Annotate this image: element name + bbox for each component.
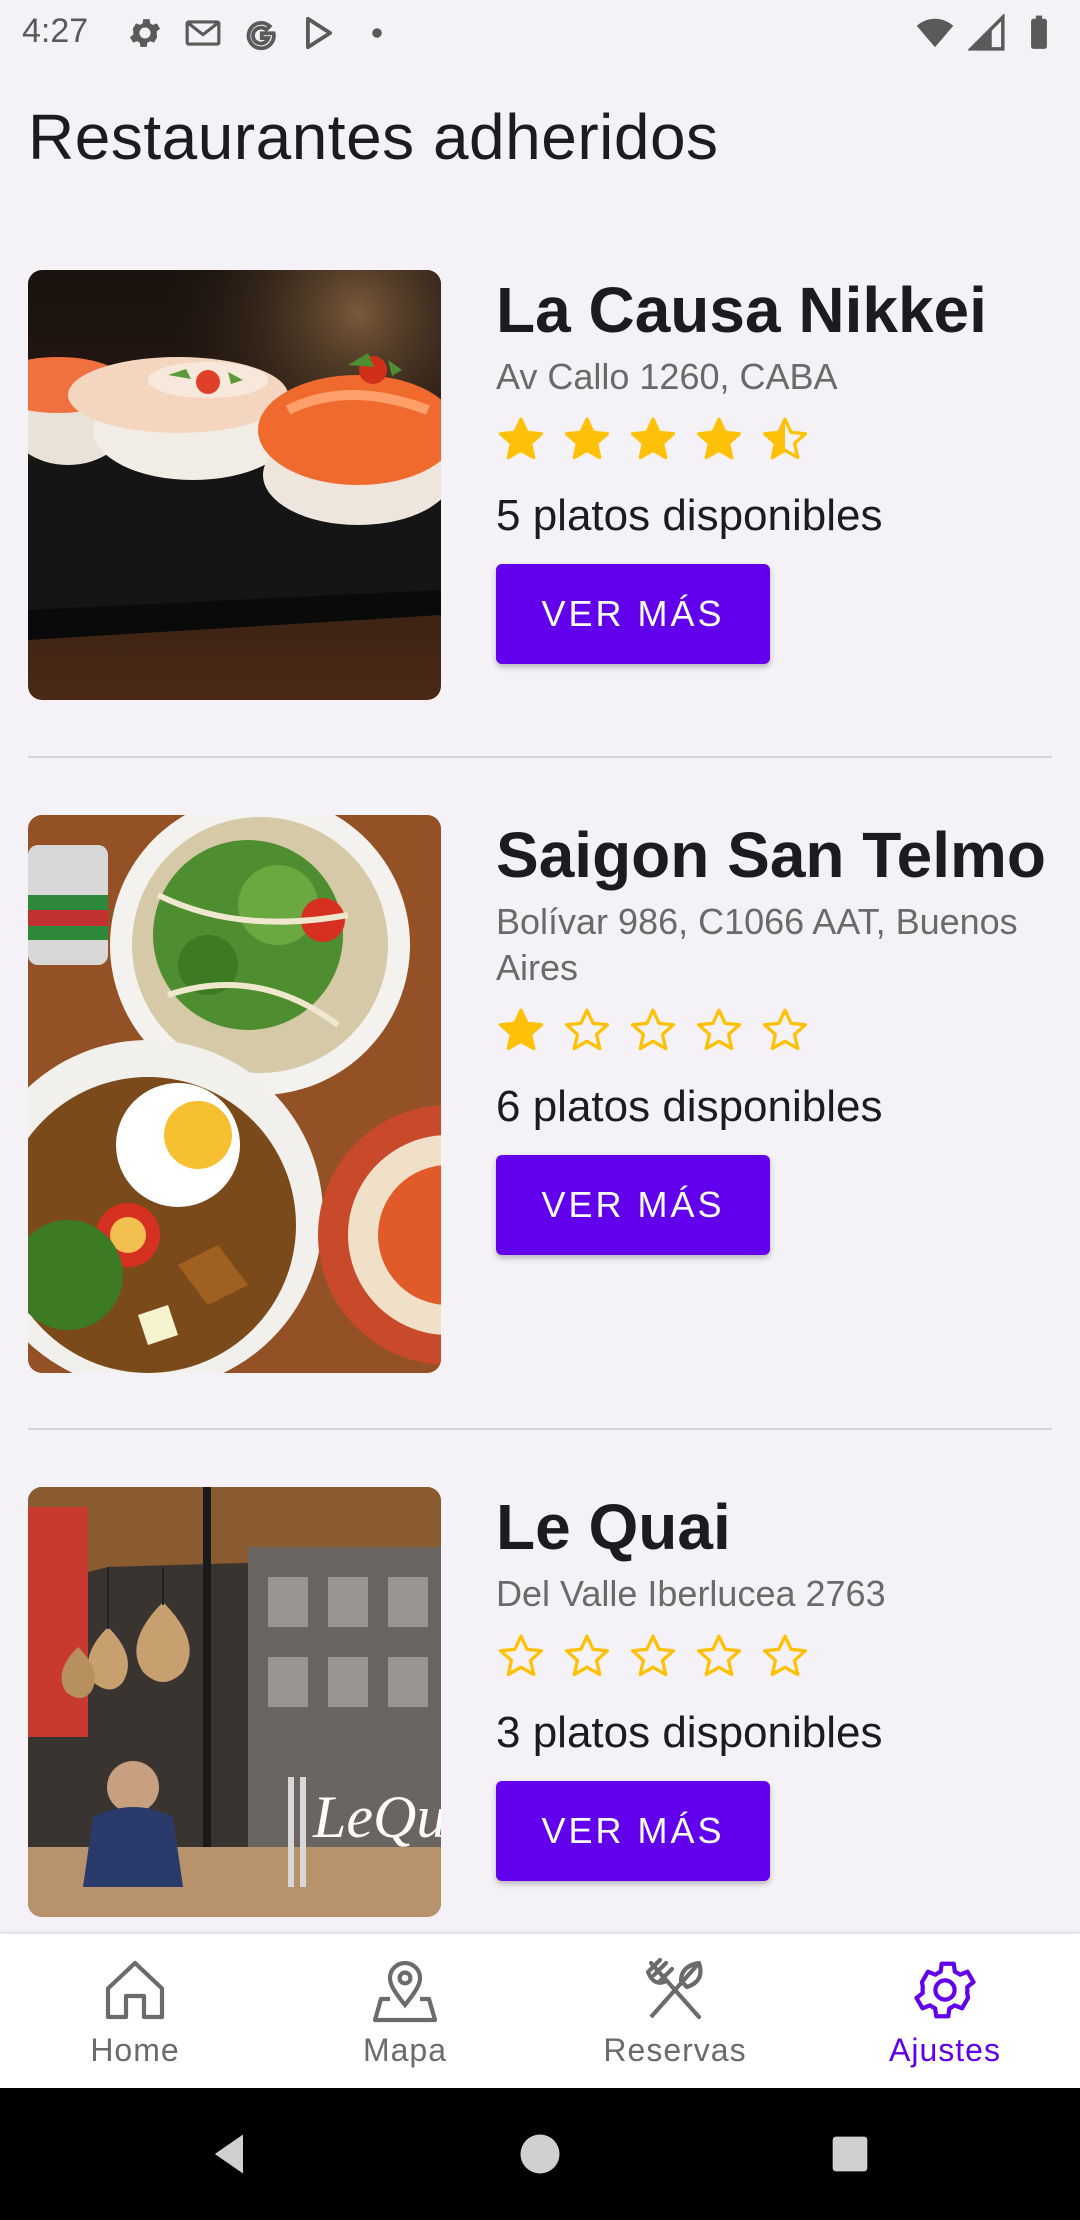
restaurant-card: Saigon San Telmo Bolívar 986, C1066 AAT,… [28, 815, 1052, 1373]
star-empty-icon [630, 1634, 676, 1677]
restaurant-card: La Causa Nikkei Av Callo 1260, CABA 5 pl… [28, 270, 1052, 700]
rating-stars [496, 1005, 1076, 1057]
map-pin-icon [372, 1960, 438, 2022]
page-title: Restaurantes adheridos [28, 101, 719, 173]
nav-label: Ajustes [889, 2031, 1001, 2068]
recents-icon[interactable] [824, 2128, 876, 2180]
restaurant-address: Av Callo 1260, CABA [496, 356, 838, 397]
ver-mas-button[interactable]: VER MÁS [496, 1781, 770, 1881]
star-empty-icon [564, 1634, 610, 1677]
star-filled-icon [564, 417, 610, 460]
nav-item-reservas[interactable]: Reservas [540, 1934, 810, 2088]
restaurant-name: La Causa Nikkei [496, 274, 987, 346]
play-store-status-icon [306, 16, 332, 50]
back-icon[interactable] [204, 2128, 256, 2180]
restaurant-image [28, 815, 441, 1373]
star-filled-icon [498, 417, 544, 460]
restaurant-address: Del Valle Iberlucea 2763 [496, 1573, 886, 1614]
star-empty-icon [630, 1008, 676, 1051]
ver-mas-button[interactable]: VER MÁS [496, 1155, 770, 1255]
star-empty-icon [564, 1008, 610, 1051]
star-filled-icon [630, 417, 676, 460]
rating-stars [496, 1631, 1076, 1683]
star-half-icon [762, 417, 808, 460]
star-empty-icon [498, 1634, 544, 1677]
rating-stars [496, 414, 1076, 466]
fork-knife-icon [645, 1957, 703, 2019]
status-bar: 4:27 [0, 0, 1080, 66]
star-empty-icon [696, 1008, 742, 1051]
restaurant-name: Saigon San Telmo [496, 819, 1046, 891]
nav-item-ajustes[interactable]: Ajustes [810, 1934, 1080, 2088]
star-empty-icon [762, 1008, 808, 1051]
restaurant-address: Bolívar 986, C1066 AAT, Buenos Aires [496, 901, 1018, 988]
restaurant-image: LeQuai [28, 1487, 441, 1917]
battery-icon [1031, 15, 1047, 49]
star-filled-icon [696, 417, 742, 460]
ver-mas-button[interactable]: VER MÁS [496, 564, 770, 664]
settings-status-icon [129, 19, 161, 47]
nav-label: Mapa [362, 2031, 448, 2068]
star-empty-icon [762, 1634, 808, 1677]
google-status-icon [246, 21, 276, 51]
wifi-icon [916, 18, 954, 48]
restaurant-name: Le Quai [496, 1491, 731, 1563]
restaurant-card: LeQuai Le Quai Del Valle Iberlucea 2763 … [28, 1487, 1052, 1917]
platos-count: 5 platos disponibles [496, 491, 883, 540]
nav-item-home[interactable]: Home [0, 1934, 270, 2088]
home-icon [105, 1960, 165, 2019]
gear-icon [914, 1961, 976, 2018]
platos-count: 6 platos disponibles [496, 1082, 883, 1131]
le-quai-sign-text: LeQuai [312, 1784, 441, 1850]
divider [28, 1428, 1052, 1430]
home-circle-icon[interactable] [514, 2128, 566, 2180]
gmail-status-icon [185, 20, 221, 46]
signal-icon [968, 14, 1005, 51]
nav-label: Home [90, 2031, 180, 2068]
system-nav-bar [0, 2088, 1080, 2220]
star-filled-icon [498, 1008, 544, 1051]
bottom-navigation: Home Mapa Reservas Ajustes [0, 1934, 1080, 2088]
nav-item-mapa[interactable]: Mapa [270, 1934, 540, 2088]
status-time: 4:27 [22, 12, 89, 50]
divider [28, 756, 1052, 758]
restaurant-image [28, 270, 441, 700]
nav-label: Reservas [603, 2031, 747, 2068]
star-empty-icon [696, 1634, 742, 1677]
dot-status-icon [372, 28, 382, 38]
platos-count: 3 platos disponibles [496, 1708, 883, 1757]
